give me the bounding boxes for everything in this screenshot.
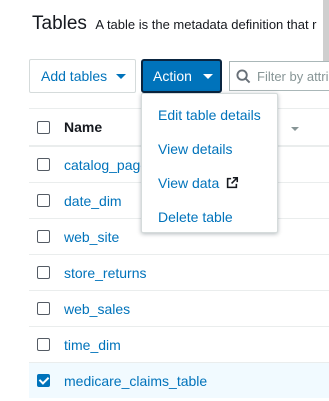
column-header-name[interactable]: Name	[64, 119, 102, 135]
page-title: Tables	[32, 13, 87, 34]
filter-input[interactable]	[257, 68, 329, 84]
action-label: Action	[153, 68, 192, 84]
table-row-selected[interactable]: medicare_claims_table	[29, 362, 329, 398]
scrollbar[interactable]	[323, 0, 329, 62]
add-tables-button[interactable]: Add tables	[29, 59, 136, 93]
external-link-icon	[225, 176, 239, 190]
select-all-checkbox[interactable]	[37, 120, 50, 134]
menu-item-view-details[interactable]: View details	[142, 132, 277, 166]
search-icon	[236, 68, 251, 83]
toolbar: Add tables Action	[29, 59, 329, 93]
table-name-link[interactable]: time_dim	[64, 337, 121, 353]
menu-item-label: View data	[158, 175, 220, 191]
menu-item-label: View details	[158, 141, 233, 157]
row-checkbox[interactable]	[37, 266, 50, 279]
menu-item-label: Edit table details	[158, 107, 261, 123]
table-row[interactable]: store_returns	[29, 254, 329, 290]
table-name-link[interactable]: medicare_claims_table	[64, 373, 207, 389]
menu-item-view-data[interactable]: View data	[142, 166, 277, 200]
table-name-link[interactable]: catalog_page	[64, 157, 148, 173]
row-checkbox[interactable]	[37, 194, 50, 207]
table-name-link[interactable]: store_returns	[64, 265, 146, 281]
menu-item-label: Delete table	[158, 209, 233, 225]
chevron-down-icon	[202, 73, 213, 79]
row-checkbox-checked[interactable]	[37, 374, 50, 387]
sort-icon[interactable]	[291, 118, 299, 136]
add-tables-label: Add tables	[41, 68, 108, 84]
table-name-link[interactable]: web_site	[64, 229, 119, 245]
menu-item-edit-table-details[interactable]: Edit table details	[142, 98, 277, 132]
title-row: Tables A table is the metadata definitio…	[32, 13, 317, 35]
table-row[interactable]: web_sales	[29, 290, 329, 326]
chevron-down-icon	[116, 73, 127, 79]
action-button[interactable]: Action	[141, 59, 222, 93]
table-name-link[interactable]: date_dim	[64, 193, 122, 209]
filter-field[interactable]	[229, 61, 329, 91]
row-checkbox[interactable]	[37, 158, 50, 171]
action-dropdown-menu: Edit table details View details View dat…	[141, 93, 278, 233]
row-checkbox[interactable]	[37, 230, 50, 243]
row-checkbox[interactable]	[37, 302, 50, 315]
table-name-link[interactable]: web_sales	[64, 301, 130, 317]
row-checkbox[interactable]	[37, 338, 50, 351]
page-description: A table is the metadata definition that …	[95, 17, 317, 32]
table-row[interactable]: time_dim	[29, 326, 329, 362]
menu-item-delete-table[interactable]: Delete table	[142, 200, 277, 234]
